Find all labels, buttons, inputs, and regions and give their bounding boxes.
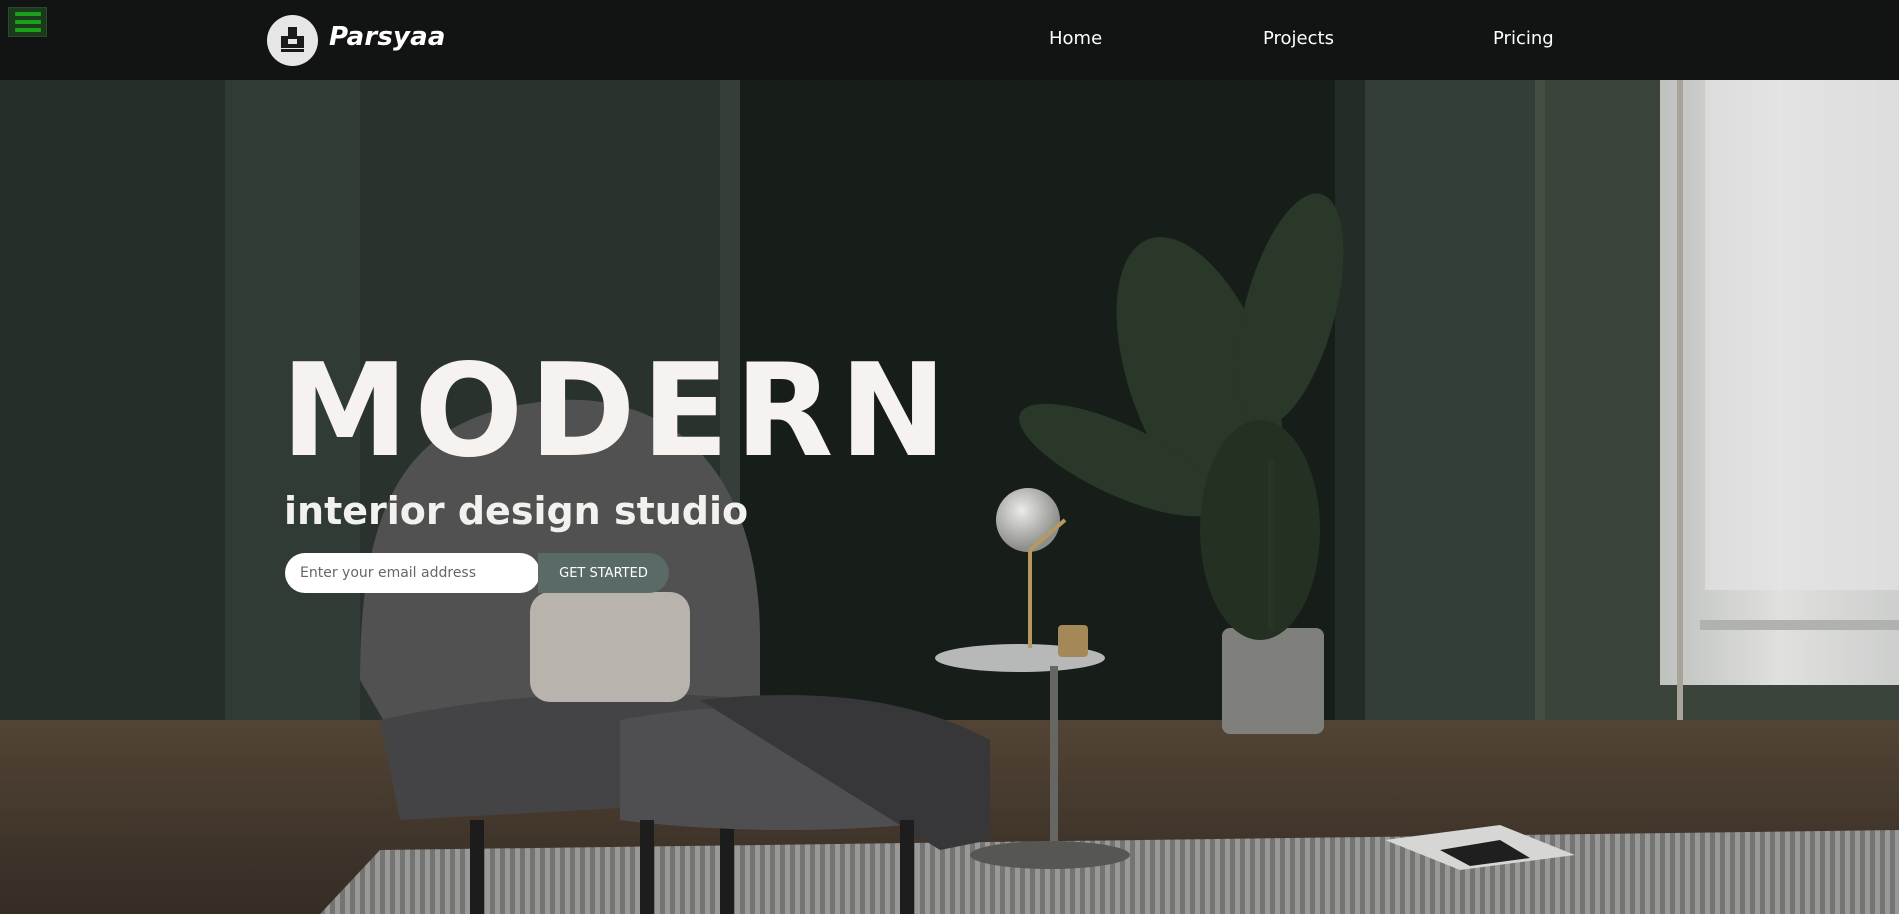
brand-name[interactable]: Parsyaa: [329, 22, 446, 52]
hamburger-line: [14, 12, 41, 16]
logo-mark: [267, 15, 318, 66]
hamburger-line: [14, 28, 41, 32]
nav-link-projects[interactable]: Projects: [1263, 28, 1334, 49]
brand-logo-icon[interactable]: [267, 15, 318, 66]
email-input[interactable]: [285, 553, 540, 593]
nav-link-pricing[interactable]: Pricing: [1493, 28, 1554, 49]
get-started-button[interactable]: GET STARTED: [538, 553, 669, 593]
nav-link-home[interactable]: Home: [1049, 28, 1102, 49]
landing-page: Parsyaa Home Projects Pricing MODERN int…: [0, 0, 1899, 914]
hamburger-line: [14, 20, 41, 24]
hamburger-icon[interactable]: [8, 7, 47, 37]
hero-section: MODERN interior design studio GET STARTE…: [0, 80, 1899, 914]
top-navbar: Parsyaa Home Projects Pricing: [0, 0, 1899, 80]
hero-title: MODERN: [281, 337, 953, 486]
hero-subtitle: interior design studio: [284, 489, 749, 533]
